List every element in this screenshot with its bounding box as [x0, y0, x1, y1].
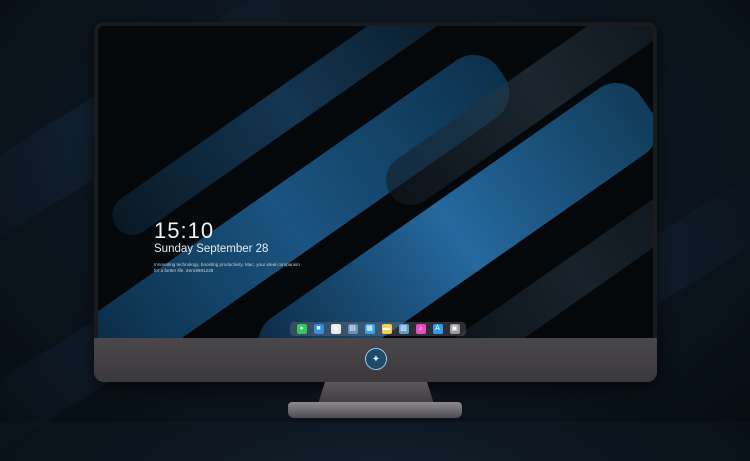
music-icon[interactable]: ♪: [415, 324, 426, 334]
system-icon[interactable]: ▣: [449, 324, 460, 334]
dock: ● ■ ◉ ▤ ▦ ▬ ▧ ♪ A ▣: [290, 322, 466, 336]
clapper-icon[interactable]: ▦: [364, 324, 375, 334]
lock-screen: 15:10 Sunday September 28 Innovating tec…: [98, 26, 653, 338]
lock-clock: 15:10: [154, 218, 215, 243]
messages-icon[interactable]: ●: [296, 324, 307, 334]
photos-icon[interactable]: ▧: [398, 324, 409, 334]
notes-icon[interactable]: ▬: [381, 324, 392, 334]
imac-monitor: 15:10 Sunday September 28 Innovating tec…: [94, 22, 657, 382]
monitor-chin: ✦: [94, 338, 657, 382]
preview-icon[interactable]: ▤: [347, 324, 358, 334]
monitor-stand-base: [288, 402, 462, 418]
safari-icon[interactable]: ◉: [330, 324, 341, 334]
lock-date: Sunday September 28: [154, 243, 269, 255]
lock-tagline: Innovating technology, boosting producti…: [154, 262, 300, 273]
finder-icon[interactable]: ■: [313, 324, 324, 334]
monitor-stand-neck: [318, 382, 434, 404]
brand-logo-icon: ✦: [365, 348, 387, 370]
app-store-icon[interactable]: A: [432, 324, 443, 334]
